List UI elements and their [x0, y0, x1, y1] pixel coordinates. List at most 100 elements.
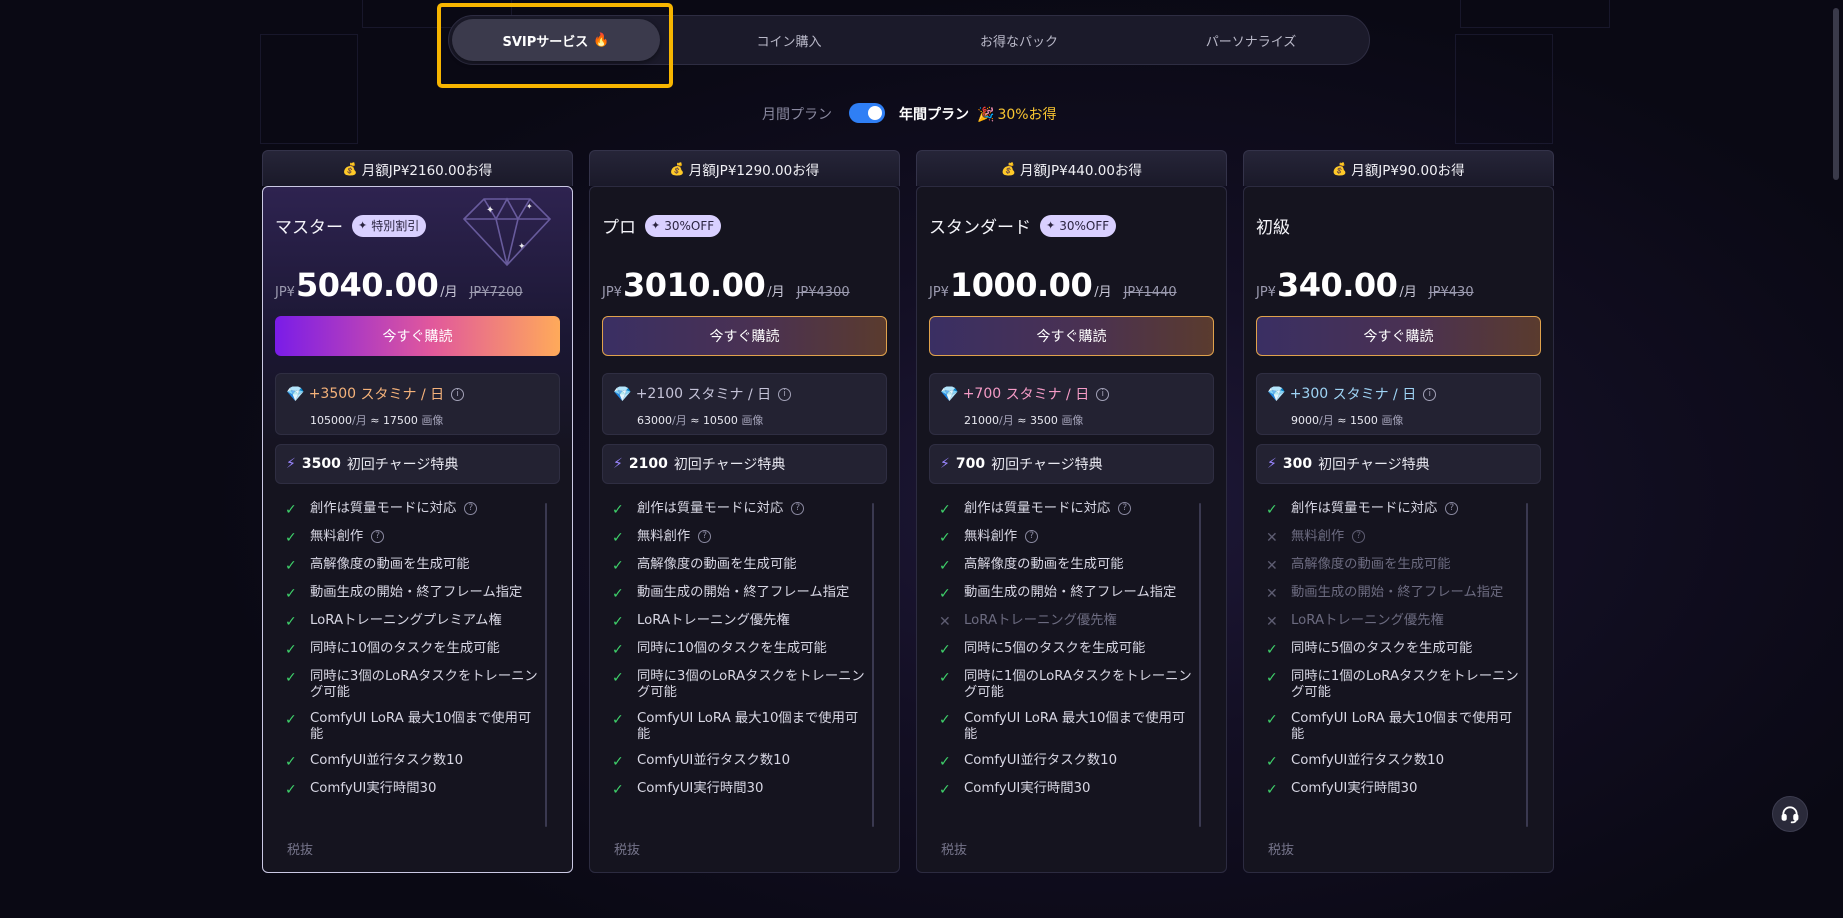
feature-item: ✕ LoRAトレーニング優先権 — [929, 613, 1214, 631]
help-icon[interactable]: ? — [371, 529, 385, 543]
plan-column: 💰 月額JP¥1290.00お得 プロ ✦ 30%OFF JP¥ 3010.00 /月… — [589, 150, 900, 873]
check-icon: ✓ — [939, 712, 951, 728]
feature-item: ✓ ComfyUI並行タスク数10 — [929, 753, 1214, 771]
tab-personalize[interactable]: パーソナライズ — [1147, 19, 1355, 61]
first-charge-bonus: ⚡ 2100 初回チャージ特典 — [602, 444, 887, 484]
check-icon: ✓ — [612, 558, 624, 574]
check-icon: ✓ — [285, 670, 297, 686]
currency: JP¥ — [275, 285, 295, 300]
help-icon[interactable]: ? — [1118, 501, 1132, 515]
price-period: /月 — [767, 285, 785, 300]
party-popper-icon: 🎉 — [977, 107, 995, 123]
feature-item: ✓ 創作は質量モードに対応? — [1256, 501, 1541, 519]
feature-text: 創作は質量モードに対応? — [310, 501, 542, 517]
customer-support-button[interactable] — [1772, 796, 1808, 832]
feature-text: ComfyUI LoRA 最大10個まで使用可能 — [637, 711, 859, 742]
monthly-plan-label[interactable]: 月間プラン — [762, 104, 832, 124]
feature-text: LoRAトレーニングプレミアム権 — [310, 613, 502, 628]
price-amount: 340.00 — [1276, 266, 1398, 304]
check-icon: ✓ — [285, 712, 297, 728]
original-price: JP¥4300 — [796, 285, 850, 300]
first-charge-bonus: ⚡ 300 初回チャージ特典 — [1256, 444, 1541, 484]
gem-icon: 💎 — [613, 385, 632, 403]
currency: JP¥ — [1256, 285, 1276, 300]
feature-text: LoRAトレーニング優先権 — [1291, 613, 1444, 628]
feature-text: ComfyUI LoRA 最大10個まで使用可能 — [310, 711, 532, 742]
svg-text:✦: ✦ — [486, 205, 494, 216]
bonus-amount: 2100 — [628, 456, 668, 472]
currency: JP¥ — [602, 285, 622, 300]
feature-list: ✓ 創作は質量モードに対応? ✓ 無料創作? ✓ 高解像度の動画を生成可能 ✓ … — [929, 501, 1214, 827]
feature-item: ✓ LoRAトレーニングプレミアム権 — [275, 613, 560, 631]
help-icon[interactable]: ? — [1025, 529, 1039, 543]
feature-list-scrollbar[interactable] — [1526, 503, 1528, 827]
tab-label: コイン購入 — [756, 34, 822, 50]
cross-icon: ✕ — [1266, 530, 1278, 546]
money-bag-icon: 💰 — [1001, 161, 1016, 176]
info-icon[interactable]: i — [451, 387, 465, 401]
help-icon[interactable]: ? — [698, 529, 712, 543]
check-icon: ✓ — [1266, 754, 1278, 770]
subscribe-button[interactable]: 今すぐ購読 — [275, 316, 560, 356]
subscribe-button[interactable]: 今すぐ購読 — [1256, 316, 1541, 356]
check-icon: ✓ — [939, 530, 951, 546]
help-icon[interactable]: ? — [464, 501, 478, 515]
feature-text: 同時に3個のLoRAタスクをトレーニング可能 — [310, 669, 538, 700]
check-icon: ✓ — [285, 614, 297, 630]
stamina-amount: +3500 — [308, 386, 357, 402]
lightning-icon: ⚡ — [940, 456, 950, 472]
subscribe-button[interactable]: 今すぐ購読 — [602, 316, 887, 356]
plan-card: 初級 JP¥ 340.00 /月 JP¥430 今すぐ購読 💎 +300 スタミ… — [1243, 186, 1554, 873]
stamina-label: スタミナ / 日 — [360, 387, 445, 403]
feature-item: ✓ ComfyUI並行タスク数10 — [602, 753, 887, 771]
bonus-label: 初回チャージ特典 — [991, 457, 1103, 473]
gem-icon: 💎 — [1267, 385, 1286, 403]
plan-column: 💰 月額JP¥440.00お得 スタンダード ✦ 30%OFF JP¥ 1000.00… — [916, 150, 1227, 873]
feature-text: 創作は質量モードに対応? — [964, 501, 1196, 517]
feature-text: 無料創作? — [964, 529, 1196, 545]
tab-value-pack[interactable]: お得なパック — [915, 19, 1123, 61]
help-icon[interactable]: ? — [791, 501, 805, 515]
page-scrollbar[interactable] — [1833, 8, 1839, 180]
currency: JP¥ — [929, 285, 949, 300]
feature-item: ✓ ComfyUI並行タスク数10 — [275, 753, 560, 771]
check-icon: ✓ — [612, 586, 624, 602]
check-icon: ✓ — [285, 642, 297, 658]
feature-list-scrollbar[interactable] — [545, 503, 547, 827]
price-period: /月 — [1094, 285, 1112, 300]
feature-list-scrollbar[interactable] — [1199, 503, 1201, 827]
help-icon[interactable]: ? — [1445, 501, 1459, 515]
bonus-amount: 3500 — [301, 456, 341, 472]
bonus-amount: 300 — [1282, 456, 1313, 472]
info-icon[interactable]: i — [778, 387, 792, 401]
gem-icon: 💎 — [286, 385, 305, 403]
billing-period-switch[interactable] — [849, 103, 885, 123]
check-icon: ✓ — [939, 754, 951, 770]
feature-text: ComfyUI実行時間30 — [310, 781, 437, 796]
info-icon[interactable]: i — [1423, 387, 1437, 401]
check-icon: ✓ — [612, 712, 624, 728]
stamina-row: 💎 +2100 スタミナ / 日 i — [613, 384, 792, 404]
feature-text: ComfyUI並行タスク数10 — [964, 753, 1118, 768]
stamina-label: スタミナ / 日 — [687, 387, 772, 403]
info-icon[interactable]: i — [1096, 387, 1110, 401]
feature-item: ✕ LoRAトレーニング優先権 — [1256, 613, 1541, 631]
background-frame-right-lower — [1455, 34, 1553, 144]
tax-note: 税抜 — [287, 843, 314, 858]
help-icon[interactable]: ? — [1352, 529, 1366, 543]
discount-badge: ✦ 特別割引 — [352, 214, 427, 237]
lightning-icon: ⚡ — [613, 456, 623, 472]
feature-list-scrollbar[interactable] — [872, 503, 874, 827]
tab-svip-service[interactable]: SVIPサービス 🔥 — [452, 19, 660, 61]
stamina-amount: +2100 — [635, 386, 684, 402]
check-icon: ✓ — [939, 502, 951, 518]
savings-banner: 💰 月額JP¥90.00お得 — [1243, 150, 1554, 186]
subscribe-button[interactable]: 今すぐ購読 — [929, 316, 1214, 356]
savings-banner: 💰 月額JP¥1290.00お得 — [589, 150, 900, 186]
yearly-plan-label[interactable]: 年間プラン — [899, 104, 969, 124]
tab-coin-purchase[interactable]: コイン購入 — [685, 19, 893, 61]
feature-text: 創作は質量モードに対応? — [1291, 501, 1523, 517]
first-charge-bonus: ⚡ 700 初回チャージ特典 — [929, 444, 1214, 484]
feature-item: ✓ 高解像度の動画を生成可能 — [929, 557, 1214, 575]
feature-item: ✓ 高解像度の動画を生成可能 — [602, 557, 887, 575]
